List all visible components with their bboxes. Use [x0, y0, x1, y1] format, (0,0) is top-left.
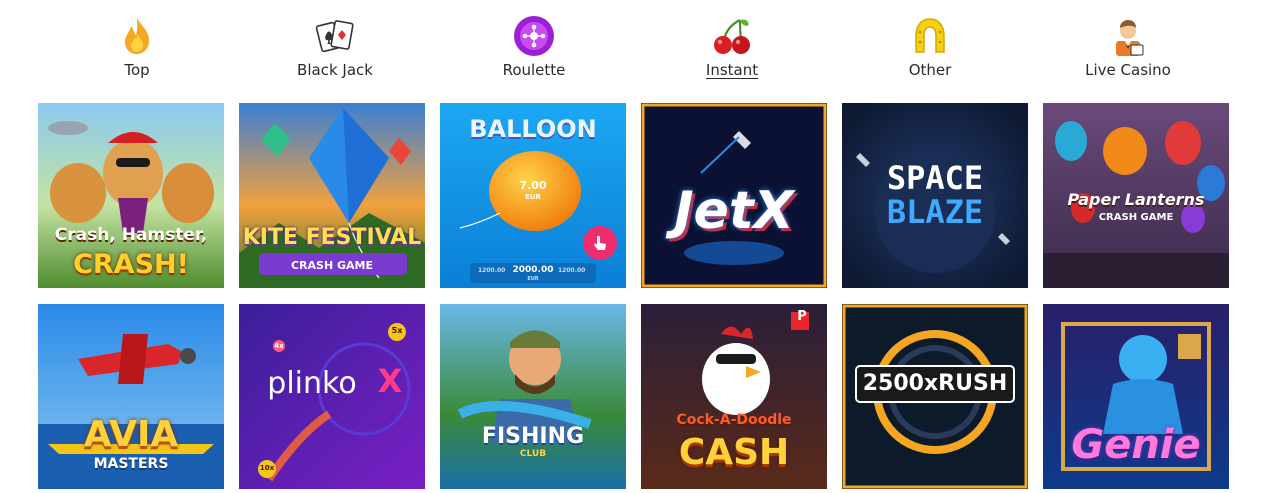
playing-cards-icon [315, 20, 354, 53]
multiplier-badge: 10x [259, 464, 275, 472]
bet-currency: EUR [527, 276, 539, 282]
bet-amount: 2000.00 [512, 265, 554, 275]
game-tile-avia-masters[interactable]: AVIA MASTERS [38, 304, 224, 489]
game-title: Paper Lanterns [1067, 190, 1205, 209]
game-title: Genie [1071, 422, 1201, 468]
provider-badge: P [797, 309, 807, 324]
multiplier-value: 7.00 [519, 179, 547, 192]
game-tile-cock-a-doodle-cash[interactable]: P Cock-A-Doodle CASH [641, 304, 827, 489]
game-tile-space-blaze[interactable]: SPACE BLAZE [842, 103, 1028, 288]
category-instant[interactable]: Instant [662, 14, 802, 84]
game-tile-kite-festival[interactable]: KITE FESTIVAL CRASH GAME [239, 103, 425, 288]
game-title: 2500xRUSH [862, 371, 1008, 396]
game-tile-2500x-rush[interactable]: 2500xRUSH [842, 304, 1028, 489]
game-tile-genie[interactable]: Genie [1043, 304, 1229, 489]
multiplier-currency: EUR [525, 193, 541, 201]
game-title: FISHING [481, 424, 585, 449]
game-title: JetX [674, 181, 794, 241]
game-subtitle: CLUB [519, 449, 547, 459]
amount-right: 1200.00 [558, 267, 586, 274]
category-roulette[interactable]: Roulette [464, 14, 604, 84]
category-other[interactable]: Other [860, 14, 1000, 84]
game-title-x: X [377, 362, 403, 400]
game-artwork [842, 304, 1028, 489]
category-label: Black Jack [297, 61, 373, 79]
game-title: BALLOON [469, 115, 597, 143]
category-label: Top [124, 61, 150, 79]
category-live-casino[interactable]: Live Casino [1058, 14, 1198, 84]
game-tile-paper-lanterns[interactable]: Paper Lanterns CRASH GAME [1043, 103, 1229, 288]
game-artwork [440, 304, 626, 489]
fire-icon [125, 18, 149, 54]
horseshoe-icon [915, 18, 945, 53]
game-title: KITE FESTIVAL [242, 225, 422, 250]
multiplier-badge: 4x [274, 342, 284, 350]
game-title: SPACE [886, 159, 984, 197]
category-nav: Top Black Jack Roulette Instant Other Li… [0, 0, 1280, 100]
game-title: AVIA [83, 414, 179, 455]
game-subtitle: CRASH GAME [1098, 212, 1174, 223]
game-title-second: MASTERS [93, 456, 169, 472]
category-top[interactable]: Top [67, 14, 207, 84]
category-label: Instant [705, 61, 759, 79]
game-tile-fishing-club[interactable]: FISHING CLUB [440, 304, 626, 489]
game-title: Crash, Hamster, [54, 225, 208, 245]
game-tile-crash-hamster-crash[interactable]: Crash, Hamster, CRASH! [38, 103, 224, 288]
category-label: Live Casino [1085, 61, 1171, 79]
game-title: Cock-A-Doodle [676, 412, 792, 428]
game-title-second: BLAZE [886, 193, 984, 231]
game-tile-plinko-x[interactable]: plinko X 5x 4x 10x [239, 304, 425, 489]
multiplier-badge: 5x [391, 326, 403, 335]
category-label: Roulette [502, 61, 566, 79]
category-black-jack[interactable]: Black Jack [265, 14, 405, 84]
game-tile-jetx[interactable]: JetX [641, 103, 827, 288]
game-tile-balloon[interactable]: BALLOON 7.00 EUR 1200.00 2000.00 EUR 120… [440, 103, 626, 288]
cherries-icon [714, 19, 750, 54]
category-label: Other [908, 61, 952, 79]
roulette-icon [514, 16, 554, 56]
game-title-emphasis: CRASH! [73, 249, 189, 280]
dealer-icon [1116, 20, 1144, 56]
hand-pointer-icon [594, 236, 606, 250]
game-title-second: CASH [678, 432, 790, 473]
game-subtitle: CRASH GAME [290, 259, 374, 272]
